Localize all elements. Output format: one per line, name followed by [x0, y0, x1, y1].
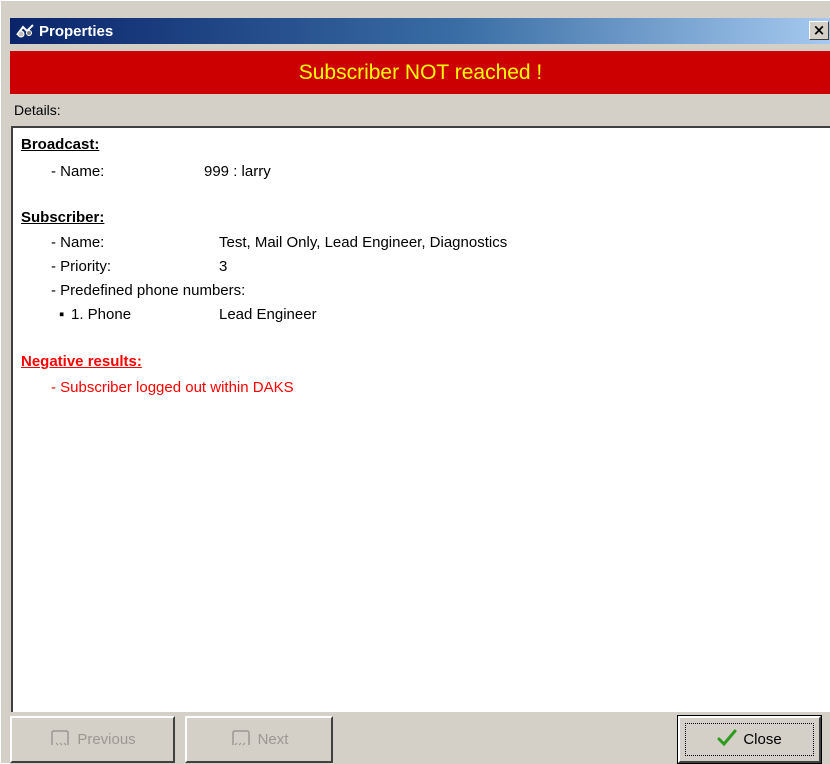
details-panel: Broadcast: - Name: 999 : larry Subscribe…: [11, 126, 830, 712]
status-banner: Subscriber NOT reached !: [10, 51, 830, 94]
subscriber-priority-label: - Priority:: [51, 258, 111, 275]
broadcast-heading: Broadcast:: [21, 136, 100, 153]
subscriber-priority-value: 3: [219, 258, 228, 275]
close-window-button[interactable]: ×: [809, 21, 829, 40]
close-button[interactable]: Close: [677, 715, 822, 764]
window-title: Properties: [39, 22, 114, 40]
app-icon: [14, 22, 36, 40]
properties-window: Properties × Subscriber NOT reached ! De…: [0, 0, 830, 764]
button-bar: Previous Next Close: [10, 712, 830, 764]
predefined-phones-label: - Predefined phone numbers:: [51, 282, 246, 299]
status-banner-text: Subscriber NOT reached !: [298, 60, 543, 84]
subscriber-name-value: Test, Mail Only, Lead Engineer, Diagnost…: [219, 234, 508, 251]
phone-bullet: ▪: [59, 306, 65, 323]
phone-value: Lead Engineer: [219, 306, 317, 323]
negative-result-item: - Subscriber logged out within DAKS: [51, 379, 294, 396]
broadcast-name-label: - Name:: [51, 163, 105, 180]
previous-button-label: Previous: [77, 731, 136, 748]
title-bar[interactable]: Properties ×: [10, 18, 830, 44]
details-label: Details:: [14, 102, 61, 118]
phone-label: 1. Phone: [71, 306, 132, 323]
door-icon: [230, 729, 252, 751]
broadcast-name-value: 999 : larry: [204, 163, 271, 180]
subscriber-name-label: - Name:: [51, 234, 105, 251]
focus-rectangle: [685, 723, 814, 756]
negative-results-heading: Negative results:: [21, 353, 142, 370]
previous-button[interactable]: Previous: [10, 716, 175, 763]
subscriber-heading: Subscriber:: [21, 209, 105, 226]
door-icon: [49, 729, 71, 751]
next-button[interactable]: Next: [185, 716, 333, 763]
next-button-label: Next: [257, 731, 289, 748]
